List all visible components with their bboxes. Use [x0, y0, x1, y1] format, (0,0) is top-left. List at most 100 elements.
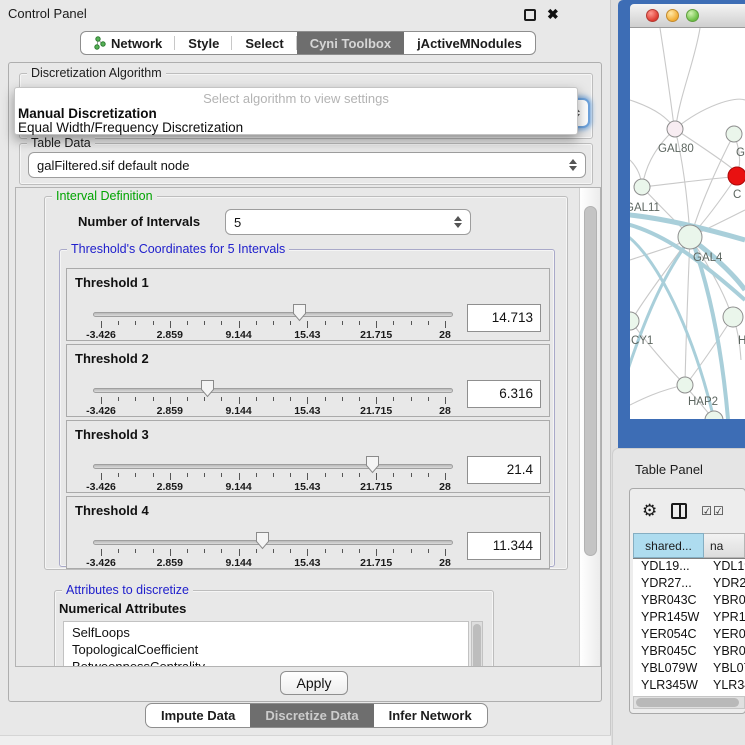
network-edge[interactable]	[691, 134, 734, 236]
network-node[interactable]	[678, 225, 702, 249]
numerical-attributes-label: Numerical Attributes	[59, 601, 186, 616]
network-node[interactable]	[723, 307, 743, 327]
threshold-label: Threshold 4	[75, 503, 149, 518]
tab-select[interactable]: Select	[232, 32, 296, 54]
threshold-value-field[interactable]: 14.713	[467, 304, 541, 332]
threshold-slider-track[interactable]	[93, 312, 453, 317]
network-edge[interactable]	[642, 177, 731, 187]
tab-network[interactable]: Network	[81, 32, 175, 54]
network-node[interactable]	[634, 179, 650, 195]
attribute-list-item[interactable]: BetweennessCentrality	[72, 658, 468, 667]
network-node-label: GAL80	[658, 143, 694, 155]
bottom-tab-discretize-data[interactable]: Discretize Data	[250, 704, 373, 727]
network-edge[interactable]	[660, 28, 674, 126]
attribute-list-item[interactable]: SelfLoops	[72, 624, 468, 641]
table-cell-shared-name: YDL19...	[633, 559, 704, 576]
discretization-algorithm-group-title: Discretization Algorithm	[27, 66, 166, 80]
algorithm-dropdown-popup: Select algorithm to view settingsManual …	[14, 87, 578, 135]
select-columns-icon[interactable]: ☑☑	[701, 504, 725, 518]
threshold-slider-thumb[interactable]	[292, 303, 307, 322]
tab-label: jActiveMNodules	[417, 36, 522, 51]
settings-scrollbar[interactable]	[579, 188, 600, 666]
table-row[interactable]: YLR345WYLR345W	[633, 678, 745, 695]
threshold-value-field[interactable]: 11.344	[467, 532, 541, 560]
cyni-bottom-tabbar: Impute DataDiscretize DataInfer Network	[145, 703, 488, 728]
algorithm-placeholder-text: Select algorithm to view settings	[15, 91, 577, 106]
tab-label: Style	[188, 36, 219, 51]
thresholds-coordinates-title: Threshold's Coordinates for 5 Intervals	[67, 242, 289, 256]
network-view-window[interactable]: GAL80GACGAL11GAL4GCY1HHAP2	[618, 0, 745, 448]
network-node[interactable]	[630, 312, 639, 330]
bottom-tab-infer-network[interactable]: Infer Network	[374, 704, 487, 727]
network-canvas[interactable]: GAL80GACGAL11GAL4GCY1HHAP2	[630, 28, 745, 419]
threshold-value-field[interactable]: 21.4	[467, 456, 541, 484]
network-edge[interactable]	[676, 28, 700, 126]
network-edge[interactable]	[630, 385, 685, 405]
tab-jactivemnodules[interactable]: jActiveMNodules	[404, 32, 535, 54]
table-row[interactable]: YBL079WYBL079W	[633, 661, 745, 678]
bottom-strip	[0, 735, 611, 745]
table-row[interactable]: YDL19...YDL19	[633, 559, 745, 576]
network-edge[interactable]	[630, 100, 675, 128]
columns-icon[interactable]	[671, 503, 687, 519]
algorithm-option[interactable]: Manual Discretization	[18, 106, 157, 121]
scrollbar-thumb[interactable]	[584, 206, 597, 556]
table-cell-name: YLR345W	[704, 678, 745, 695]
network-node[interactable]	[667, 121, 683, 137]
threshold-value-field[interactable]: 6.316	[467, 380, 541, 408]
network-edge[interactable]	[642, 129, 675, 187]
table-cell-name: YBR043C	[704, 593, 745, 610]
table-row[interactable]: YER054CYER054C	[633, 627, 745, 644]
network-node-label: GCY1	[630, 335, 653, 347]
table-data-select[interactable]: galFiltered.sif default node	[28, 152, 586, 178]
algorithm-option[interactable]: Equal Width/Frequency Discretization	[18, 120, 243, 135]
tab-cyni-toolbox[interactable]: Cyni Toolbox	[297, 32, 404, 54]
threshold-slider-thumb[interactable]	[200, 379, 215, 398]
float-panel-icon[interactable]	[524, 9, 536, 21]
table-cell-shared-name: YLR345W	[633, 678, 704, 695]
number-of-intervals-select[interactable]: 5	[225, 209, 471, 235]
network-node[interactable]	[728, 167, 745, 185]
table-cell-shared-name: YER054C	[633, 627, 704, 644]
column-header-shared-name[interactable]: shared...	[633, 533, 704, 558]
thresholds-coordinates-group: Threshold's Coordinates for 5 Intervals …	[59, 249, 555, 567]
table-header-row: shared... na	[633, 533, 745, 559]
table-cell-shared-name: YBR043C	[633, 593, 704, 610]
gear-icon[interactable]: ⚙	[642, 501, 657, 521]
zoom-window-icon[interactable]	[686, 9, 699, 22]
control-panel-title: Control Panel	[8, 6, 87, 21]
table-panel-box: ⚙ ☑☑ shared... na YDL19...YDL19YDR27...Y…	[629, 488, 745, 714]
network-node-label: GA	[736, 147, 745, 159]
attribute-list-item[interactable]: TopologicalCoefficient	[72, 641, 468, 658]
bottom-tab-impute-data[interactable]: Impute Data	[146, 704, 250, 727]
attributes-list-scrollbar[interactable]	[471, 621, 483, 667]
network-node[interactable]	[726, 126, 742, 142]
network-edge[interactable]	[675, 99, 745, 129]
column-header-name[interactable]: na	[704, 533, 745, 558]
network-node[interactable]	[677, 377, 693, 393]
apply-button[interactable]: Apply	[280, 671, 348, 695]
threshold-slider-track[interactable]	[93, 388, 453, 393]
table-horizontal-scrollbar[interactable]	[633, 696, 745, 709]
table-row[interactable]: YBR045CYBR045C	[633, 644, 745, 661]
scrollbar-thumb[interactable]	[473, 624, 481, 667]
close-panel-icon[interactable]: ✖	[547, 5, 559, 23]
threshold-slider-track[interactable]	[93, 540, 453, 545]
table-data-group-title: Table Data	[27, 136, 95, 150]
network-edge[interactable]	[685, 237, 690, 384]
table-row[interactable]: YPR145WYPR145W	[633, 610, 745, 627]
numerical-attributes-list[interactable]: SelfLoopsTopologicalCoefficientBetweenne…	[63, 621, 469, 667]
threshold-panel: Threshold 3-3.4262.8599.14415.4321.71528…	[66, 420, 550, 493]
tab-style[interactable]: Style	[175, 32, 232, 54]
table-row[interactable]: YBR043CYBR043C	[633, 593, 745, 610]
minimize-window-icon[interactable]	[666, 9, 679, 22]
table-cell-name: YER054C	[704, 627, 745, 644]
close-window-icon[interactable]	[646, 9, 659, 22]
threshold-slider-thumb[interactable]	[255, 531, 270, 550]
threshold-slider-thumb[interactable]	[365, 455, 380, 474]
table-row[interactable]: YDR27...YDR27	[633, 576, 745, 593]
scrollbar-thumb[interactable]	[636, 698, 739, 707]
interval-definition-group: Interval Definition Number of Intervals …	[44, 196, 568, 570]
threshold-slider-track[interactable]	[93, 464, 453, 469]
network-node-label: HAP2	[688, 396, 718, 408]
